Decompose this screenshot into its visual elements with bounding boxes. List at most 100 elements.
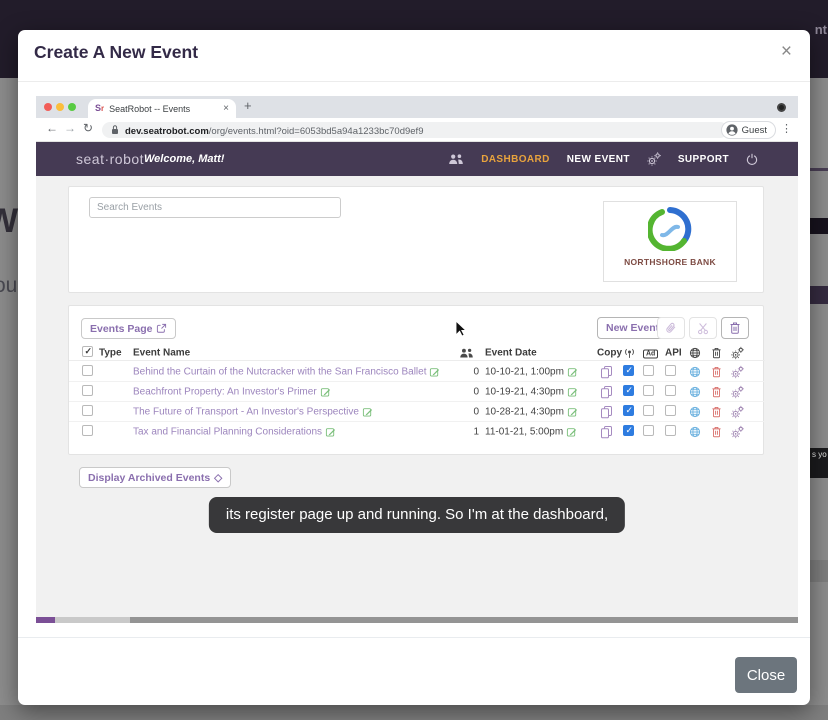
trash-icon[interactable]	[711, 426, 722, 439]
display-archived-events-button[interactable]: Display Archived Events ◇	[79, 467, 231, 488]
nav-new-event[interactable]: NEW EVENT	[567, 154, 630, 165]
cut-button[interactable]	[689, 317, 717, 339]
event-name-link[interactable]: Behind the Curtain of the Nutcracker wit…	[133, 366, 426, 377]
background-text-fragment: W	[0, 202, 18, 241]
globe-icon[interactable]	[689, 386, 701, 398]
nav-support[interactable]: SUPPORT	[678, 154, 729, 165]
edit-icon[interactable]	[362, 406, 373, 417]
row-checkbox[interactable]	[82, 405, 93, 416]
ad-checkbox[interactable]	[643, 385, 654, 396]
event-date: 11-01-21, 5:00pm	[485, 427, 563, 438]
northshore-bank-logo-icon	[648, 207, 692, 251]
trash-icon[interactable]	[711, 385, 722, 398]
search-input[interactable]	[89, 197, 341, 218]
traffic-light-zoom-icon[interactable]	[68, 103, 76, 111]
globe-icon[interactable]	[689, 366, 701, 378]
ad-checkbox[interactable]	[643, 365, 654, 376]
new-tab-button[interactable]: +	[244, 98, 252, 113]
edit-icon[interactable]	[567, 366, 578, 377]
tutorial-video[interactable]: Sr SeatRobot -- Events × + ← → ↻ dev.sea…	[36, 96, 798, 623]
published-checkbox[interactable]	[623, 405, 634, 416]
traffic-light-minimize-icon[interactable]	[56, 103, 64, 111]
registration-count: 0	[465, 386, 479, 397]
video-progress-bar[interactable]	[36, 617, 798, 623]
edit-icon[interactable]	[567, 386, 578, 397]
trash-icon[interactable]	[711, 405, 722, 418]
modal-footer: Close	[18, 637, 810, 705]
modal-title: Create A New Event	[34, 42, 198, 63]
api-checkbox[interactable]	[665, 405, 676, 416]
registration-count: 0	[465, 366, 479, 377]
seatrobot-favicon: Sr	[95, 104, 104, 113]
background-left-strip: W ou	[0, 78, 18, 720]
background-dark-block	[810, 218, 828, 234]
attach-button[interactable]	[657, 317, 685, 339]
search-card: NORTHSHORE BANK	[68, 186, 764, 293]
edit-icon[interactable]	[320, 386, 331, 397]
browser-menu-icon[interactable]: ⋮	[781, 122, 792, 135]
event-date: 10-10-21, 1:00pm	[485, 366, 564, 377]
row-checkbox[interactable]	[82, 425, 93, 436]
paperclip-icon	[664, 321, 678, 335]
close-button[interactable]: Close	[735, 657, 797, 693]
edit-icon[interactable]	[429, 366, 440, 377]
copy-icon[interactable]	[600, 385, 613, 399]
back-button[interactable]: ←	[46, 121, 58, 135]
trash-icon[interactable]	[711, 365, 722, 378]
gears-icon[interactable]	[731, 405, 744, 418]
trash-icon	[729, 321, 741, 335]
forward-button[interactable]: →	[64, 121, 76, 135]
edit-icon[interactable]	[566, 426, 577, 437]
sponsor-logo-card: NORTHSHORE BANK	[603, 201, 737, 282]
sponsor-name: NORTHSHORE BANK	[604, 257, 736, 267]
events-page-label: Events Page	[90, 323, 152, 335]
event-date: 10-19-21, 4:30pm	[485, 386, 564, 397]
edit-icon[interactable]	[325, 426, 336, 437]
address-bar[interactable]: dev.seatrobot.com/org/events.html?oid=60…	[102, 122, 728, 138]
tab-close-icon[interactable]: ×	[223, 103, 229, 114]
event-name-link[interactable]: Tax and Financial Planning Consideration…	[133, 427, 322, 438]
reload-button[interactable]: ↻	[83, 121, 93, 135]
row-checkbox[interactable]	[82, 365, 93, 376]
events-page-button[interactable]: Events Page	[81, 318, 176, 339]
modal-close-icon[interactable]: ×	[775, 39, 798, 65]
traffic-light-close-icon[interactable]	[44, 103, 52, 111]
event-name-link[interactable]: The Future of Transport - An Investor's …	[133, 406, 359, 417]
copy-icon[interactable]	[600, 405, 613, 419]
background-divider	[810, 168, 828, 171]
brand-logo[interactable]: seat·robot	[76, 151, 144, 167]
ad-checkbox[interactable]	[643, 425, 654, 436]
copy-icon[interactable]	[600, 365, 613, 379]
nav-dashboard[interactable]: DASHBOARD	[481, 154, 550, 165]
published-checkbox[interactable]	[623, 385, 634, 396]
globe-icon[interactable]	[689, 426, 701, 438]
logout-power-icon[interactable]	[746, 153, 758, 165]
event-name-link[interactable]: Beachfront Property: An Investor's Prime…	[133, 386, 317, 397]
gears-icon[interactable]	[731, 385, 744, 398]
profile-badge[interactable]: Guest	[721, 121, 776, 139]
row-checkbox[interactable]	[82, 385, 93, 396]
background-text-fragment: nt	[815, 22, 827, 37]
select-all-checkbox[interactable]	[82, 346, 93, 357]
browser-tab[interactable]: Sr SeatRobot -- Events ×	[88, 99, 236, 118]
published-checkbox[interactable]	[623, 425, 634, 436]
table-row: Tax and Financial Planning Consideration…	[69, 422, 765, 442]
published-checkbox[interactable]	[623, 365, 634, 376]
site-navbar: seat·robot Welcome, Matt! DASHBOARD NEW …	[36, 142, 798, 176]
ad-checkbox[interactable]	[643, 405, 654, 416]
background-bottom-strip	[0, 705, 828, 720]
settings-gears-icon[interactable]	[647, 152, 661, 166]
tab-title: SeatRobot -- Events	[109, 104, 218, 114]
gears-icon[interactable]	[731, 365, 744, 378]
api-checkbox[interactable]	[665, 385, 676, 396]
edit-icon[interactable]	[567, 406, 578, 417]
gears-icon[interactable]	[731, 426, 744, 439]
globe-icon[interactable]	[689, 406, 701, 418]
attendees-icon[interactable]	[448, 153, 464, 165]
col-type: Type	[99, 347, 122, 358]
delete-button[interactable]	[721, 317, 749, 339]
api-checkbox[interactable]	[665, 425, 676, 436]
background-dark-block	[810, 286, 828, 304]
copy-icon[interactable]	[600, 425, 613, 439]
api-checkbox[interactable]	[665, 365, 676, 376]
